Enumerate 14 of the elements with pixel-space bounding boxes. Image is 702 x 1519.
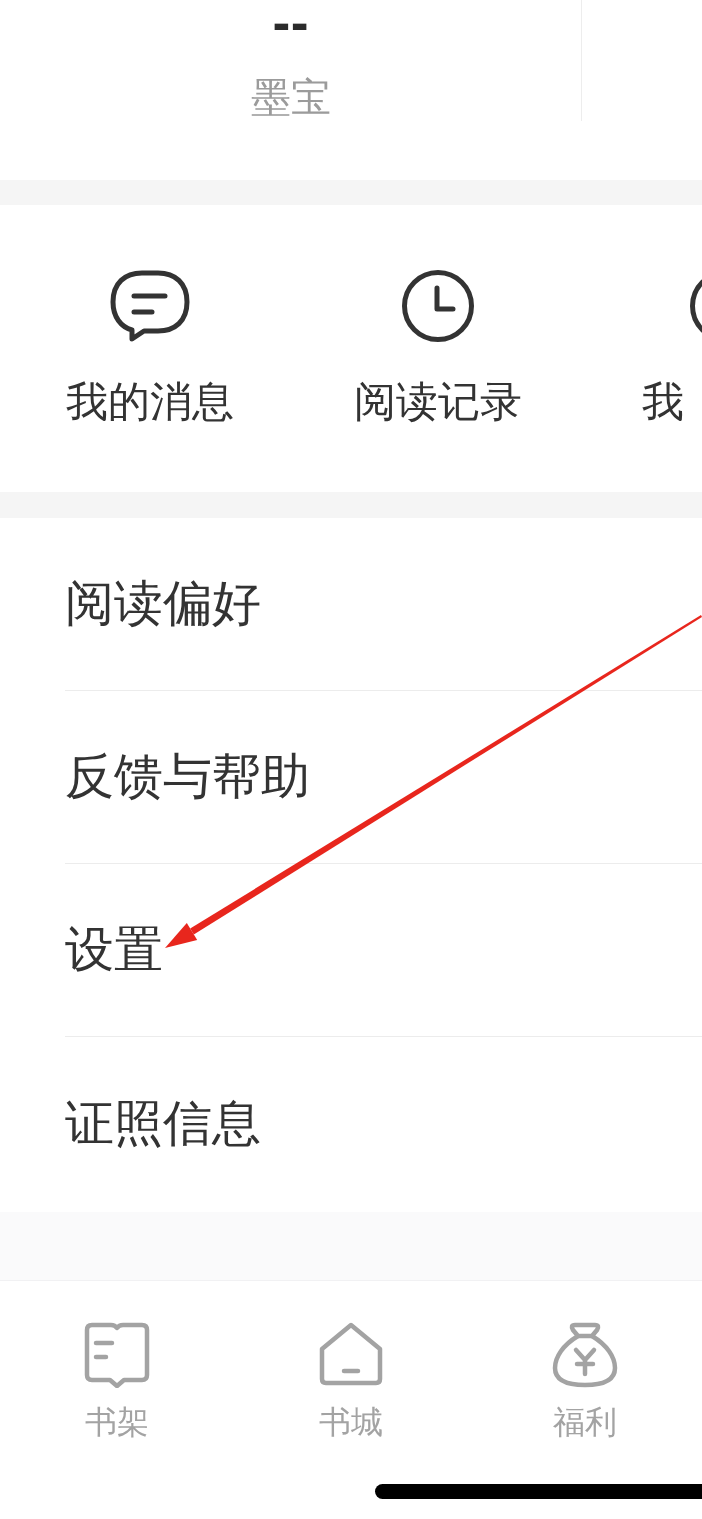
chat-bubble-icon xyxy=(110,270,190,342)
menu-item[interactable]: 设置 xyxy=(65,920,163,980)
stat-label: 墨宝 xyxy=(250,73,331,121)
shortcut-button[interactable]: 我的消息 xyxy=(6,270,294,427)
stat-value: -- xyxy=(272,0,309,50)
money-bag-icon xyxy=(552,1322,618,1388)
book-icon xyxy=(84,1322,150,1388)
shortcut-button[interactable]: 阅读记录 xyxy=(294,270,582,427)
menu-item[interactable]: 阅读偏好 xyxy=(65,574,261,634)
menu-item[interactable]: 证照信息 xyxy=(65,1093,261,1154)
menu-item[interactable]: 反馈与帮助 xyxy=(65,747,310,807)
shortcut-button[interactable]: 我 xyxy=(582,270,702,427)
house-icon xyxy=(318,1322,384,1388)
clock-icon xyxy=(402,270,474,342)
